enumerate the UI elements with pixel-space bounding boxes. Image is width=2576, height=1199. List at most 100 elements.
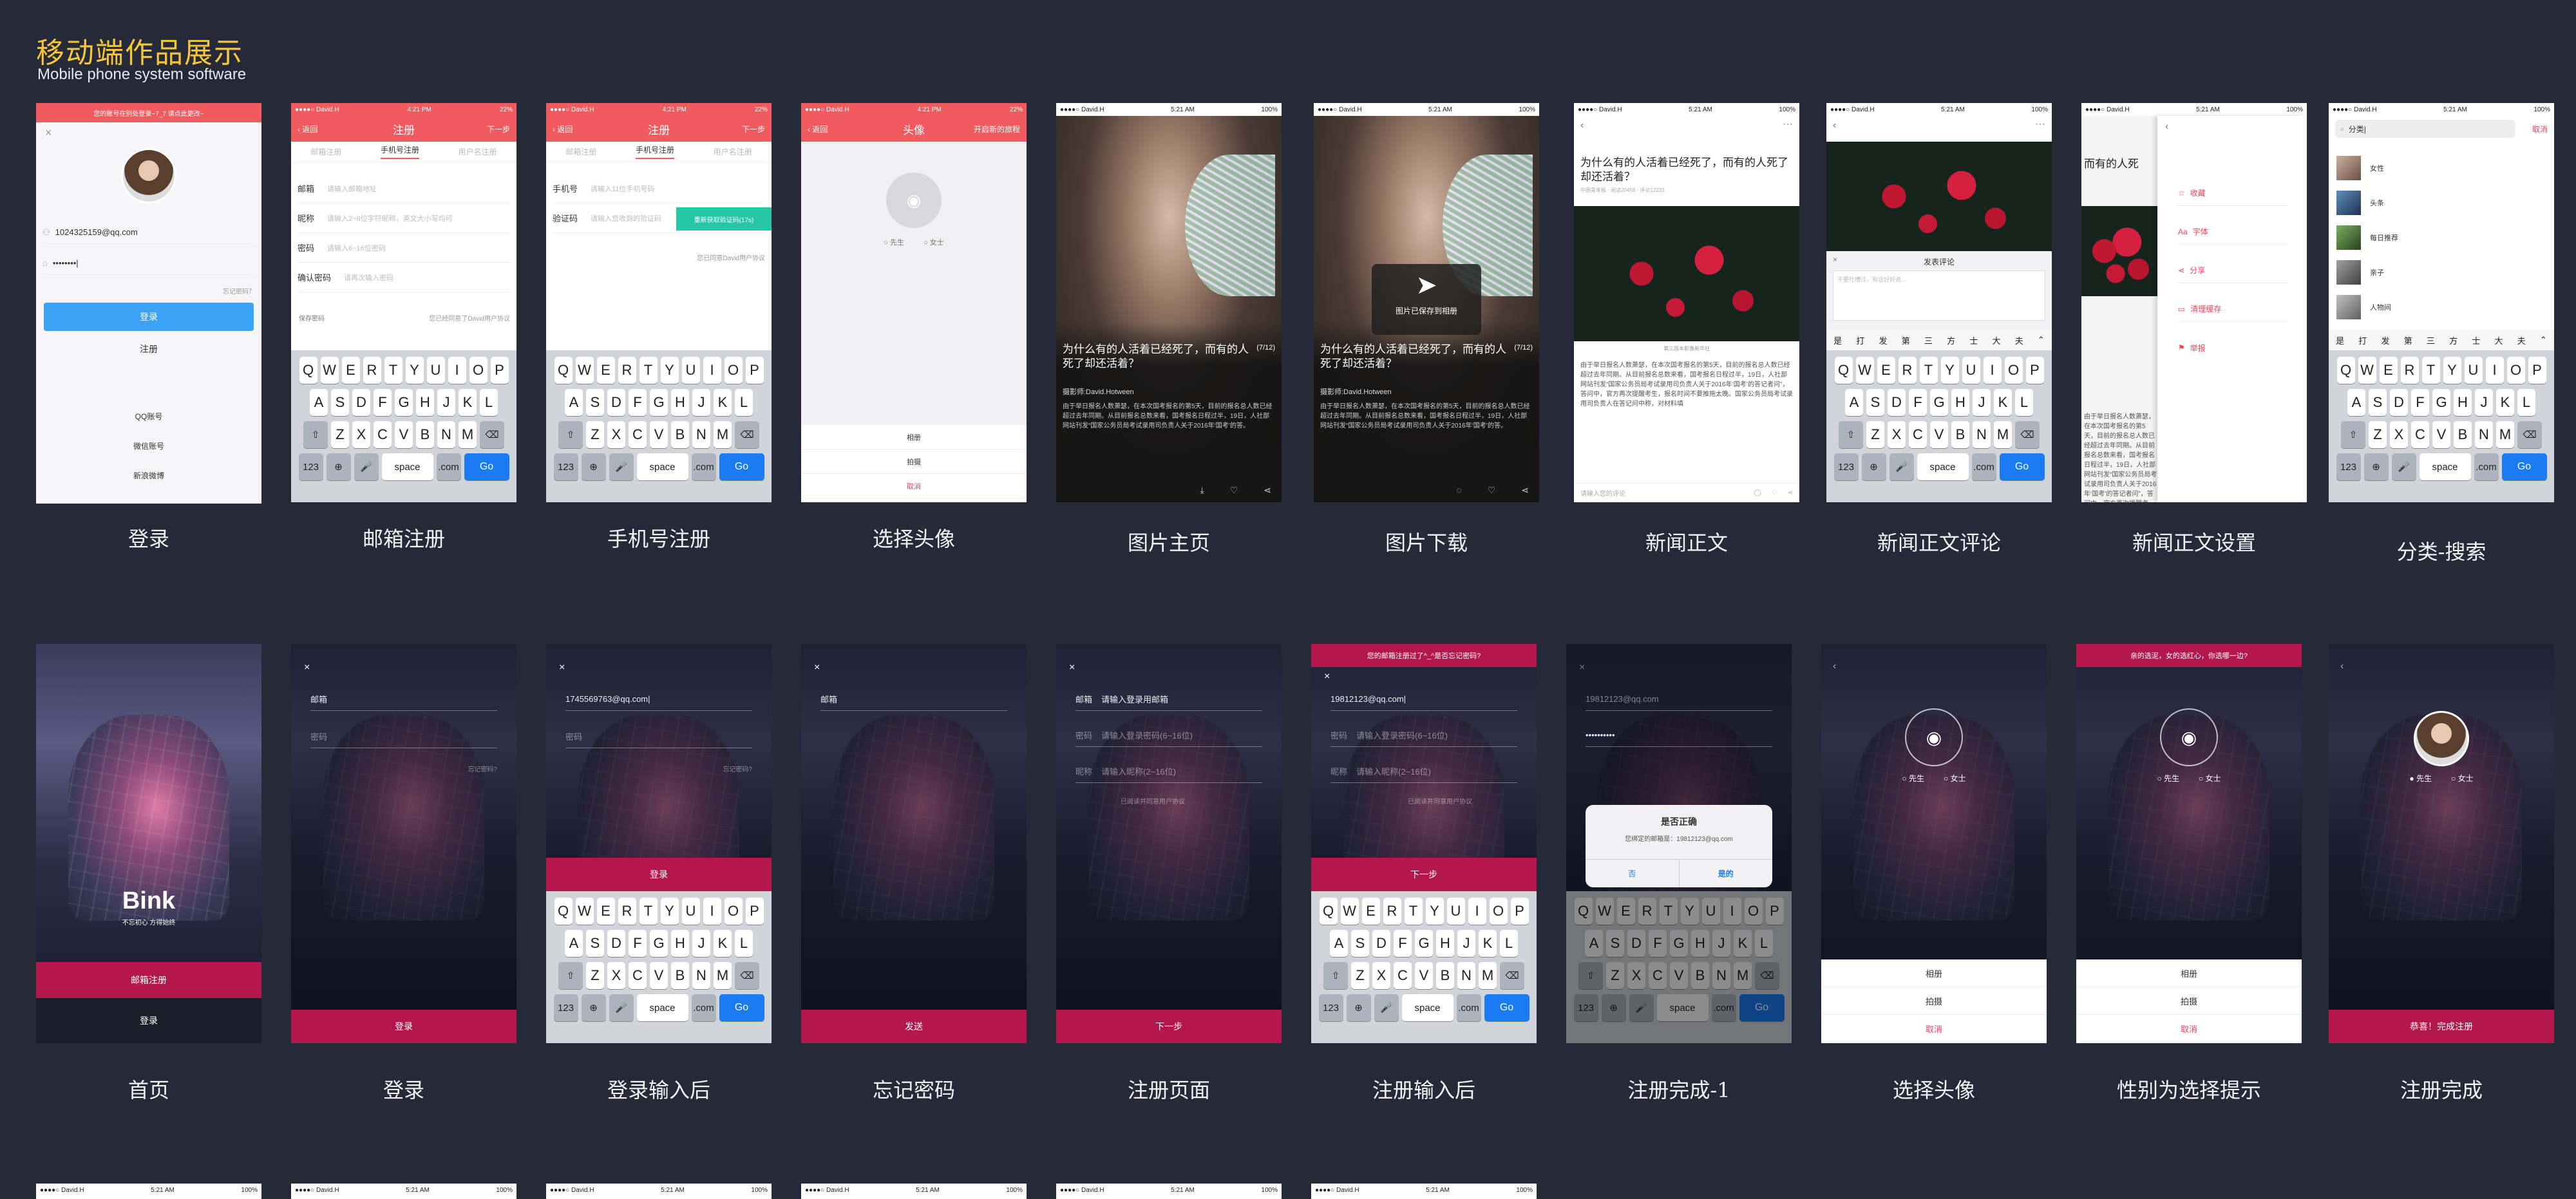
key-y[interactable]: Y bbox=[1940, 357, 1959, 384]
key-q[interactable]: Q bbox=[2336, 357, 2355, 384]
key-p[interactable]: P bbox=[1510, 898, 1529, 925]
quick-words-bar[interactable]: 是打发第三方士大夫 ⌃ bbox=[2329, 330, 2554, 350]
share-icon[interactable]: ⋖ bbox=[1788, 489, 1793, 496]
forgot-link[interactable]: 忘记密码？ bbox=[223, 286, 255, 296]
key-f[interactable]: F bbox=[1394, 930, 1412, 957]
resend-code-button[interactable]: 重新获取验证码(17s) bbox=[676, 207, 772, 231]
delete-key[interactable]: ⌫ bbox=[735, 421, 759, 448]
key-l[interactable]: L bbox=[735, 389, 753, 416]
globe-icon[interactable]: ⊕ bbox=[326, 453, 351, 480]
key-q[interactable]: Q bbox=[1574, 898, 1593, 925]
next-button[interactable]: 下一步 bbox=[1056, 1010, 1282, 1043]
key-c[interactable]: C bbox=[629, 421, 647, 448]
next-button[interactable]: 开启新的旅程 bbox=[974, 124, 1020, 135]
key-i[interactable]: I bbox=[703, 898, 721, 925]
key-z[interactable]: Z bbox=[586, 962, 604, 989]
camera-icon[interactable]: ◉ bbox=[1905, 708, 1963, 766]
keyboard[interactable]: Q W E R T Y U I O P A S D F G H J K L ⇧ Z X C V B N M ⌫ 123 ⊕ 🎤 space .c… bbox=[2329, 350, 2554, 502]
key-k[interactable]: K bbox=[1479, 930, 1497, 957]
mic-icon[interactable]: 🎤 bbox=[609, 453, 634, 480]
key-u[interactable]: U bbox=[2464, 357, 2483, 384]
key-j[interactable]: J bbox=[692, 389, 710, 416]
key-a[interactable]: A bbox=[1585, 930, 1603, 957]
key-g[interactable]: G bbox=[650, 389, 668, 416]
key-n[interactable]: N bbox=[1712, 962, 1730, 989]
space-key[interactable]: space bbox=[1917, 453, 1969, 480]
radio-female[interactable]: ○ 女士 bbox=[923, 237, 944, 247]
key-o[interactable]: O bbox=[724, 357, 743, 384]
email-field[interactable]: ⚇ 1024325159@qq.com bbox=[43, 218, 255, 247]
key-o[interactable]: O bbox=[469, 357, 488, 384]
key-j[interactable]: J bbox=[1712, 930, 1730, 957]
password-field[interactable]: 密码 bbox=[565, 725, 752, 748]
list-item[interactable]: 每日推荐 bbox=[2336, 225, 2398, 250]
dotcom-key[interactable]: .com bbox=[1456, 994, 1481, 1021]
key-i[interactable]: I bbox=[1983, 357, 2002, 384]
key-e[interactable]: E bbox=[596, 898, 615, 925]
qq-login[interactable]: QQ账号 bbox=[36, 411, 261, 422]
key-q[interactable]: Q bbox=[1834, 357, 1853, 384]
close-icon[interactable]: × bbox=[304, 662, 310, 674]
key-y[interactable]: Y bbox=[1425, 898, 1444, 925]
key-t[interactable]: T bbox=[639, 898, 658, 925]
space-key[interactable]: space bbox=[636, 994, 688, 1021]
back-button[interactable]: ‹ 返回 bbox=[298, 124, 317, 135]
key-v[interactable]: V bbox=[650, 421, 668, 448]
key-k[interactable]: K bbox=[714, 930, 732, 957]
key-j[interactable]: J bbox=[1973, 389, 1991, 416]
key-x[interactable]: X bbox=[352, 421, 370, 448]
mic-icon[interactable]: 🎤 bbox=[1889, 453, 1914, 480]
key-z[interactable]: Z bbox=[1866, 421, 1884, 448]
back-button[interactable]: ‹ 返回 bbox=[808, 124, 828, 135]
key-d[interactable]: D bbox=[607, 930, 625, 957]
dotcom-key[interactable]: .com bbox=[1711, 994, 1736, 1021]
key-m[interactable]: M bbox=[1994, 421, 2012, 448]
key-w[interactable]: W bbox=[1855, 357, 1874, 384]
email-field[interactable]: 邮箱 bbox=[310, 688, 497, 711]
key-c[interactable]: C bbox=[374, 421, 392, 448]
space-key[interactable]: space bbox=[1401, 994, 1454, 1021]
nickname-field[interactable]: 昵称 请输入昵称(2~16位) bbox=[1331, 760, 1517, 783]
key-j[interactable]: J bbox=[2475, 389, 2493, 416]
list-item[interactable]: 头条 bbox=[2336, 191, 2384, 215]
radio-male[interactable]: ○ 先生 bbox=[2157, 773, 2179, 784]
key-l[interactable]: L bbox=[2517, 389, 2535, 416]
shift-key[interactable]: ⇧ bbox=[1578, 962, 1603, 989]
key-h[interactable]: H bbox=[1436, 930, 1454, 957]
key-s[interactable]: S bbox=[1866, 389, 1884, 416]
key-r[interactable]: R bbox=[1638, 898, 1656, 925]
avatar[interactable] bbox=[121, 148, 176, 203]
mic-icon[interactable]: 🎤 bbox=[1374, 994, 1399, 1021]
key-c[interactable]: C bbox=[629, 962, 647, 989]
key-u[interactable]: U bbox=[1962, 357, 1980, 384]
key-y[interactable]: Y bbox=[660, 357, 679, 384]
tab-username[interactable]: 用户名注册 bbox=[459, 146, 497, 157]
key-d[interactable]: D bbox=[352, 389, 370, 416]
more-icon[interactable]: ··· bbox=[1783, 118, 1793, 130]
error-toast[interactable]: 您的邮箱注册过了^_^是否忘记密码? bbox=[1311, 644, 1537, 667]
tab-email[interactable]: 邮箱注册 bbox=[310, 146, 341, 157]
tab-username[interactable]: 用户名注册 bbox=[714, 146, 752, 157]
tab-email[interactable]: 邮箱注册 bbox=[565, 146, 596, 157]
key-e[interactable]: E bbox=[341, 357, 360, 384]
back-button[interactable]: ‹ 返回 bbox=[553, 124, 573, 135]
email-field[interactable]: 邮箱 请输入登录用邮箱 bbox=[1075, 688, 1262, 711]
article-headline[interactable]: 为什么有的人活着已经死了，而有的人死了却还活着？ bbox=[1320, 343, 1507, 371]
settings-item-font[interactable]: Aa 字体 bbox=[2178, 219, 2287, 245]
agreement-text[interactable]: 您已同意David用户协议 bbox=[697, 252, 765, 262]
keyboard[interactable]: Q W E R T Y U I O P A S D F G H J K L ⇧ Z X C V B N M ⌫ 123 ⊕ 🎤 space .c… bbox=[1311, 891, 1537, 1043]
key-i[interactable]: I bbox=[1468, 898, 1486, 925]
globe-icon[interactable]: ⊕ bbox=[1346, 994, 1371, 1021]
quick-words-bar[interactable]: 是打发第三方士大夫 ⌃ bbox=[1826, 330, 2052, 350]
radio-male[interactable]: ● 先生 bbox=[2409, 773, 2432, 784]
close-icon[interactable]: × bbox=[1324, 671, 1330, 683]
password-field[interactable]: ⌂ ••••••••| bbox=[43, 249, 255, 278]
globe-icon[interactable]: ⊕ bbox=[2363, 453, 2389, 480]
email-field[interactable]: 邮箱 bbox=[820, 688, 1007, 711]
cancel-option[interactable]: 取消 bbox=[801, 474, 1027, 498]
cancel-option[interactable]: 取消 bbox=[1821, 1015, 2047, 1043]
go-key[interactable]: Go bbox=[464, 453, 509, 480]
key-w[interactable]: W bbox=[575, 898, 594, 925]
phone-field[interactable]: 手机号 请输入11位手机号码 bbox=[553, 174, 765, 203]
keyboard[interactable]: Q W E R T Y U I O P A S D F G H J K L ⇧ Z X C V B N M ⌫ 123 ⊕ 🎤 space .c… bbox=[1566, 891, 1792, 1043]
